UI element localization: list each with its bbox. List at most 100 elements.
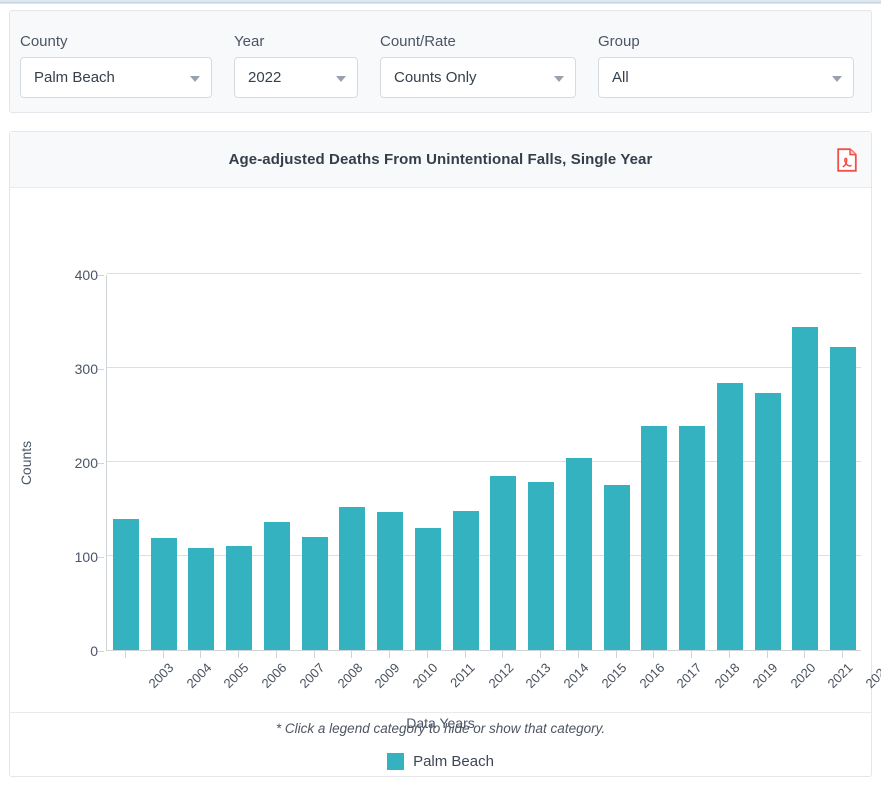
y-tick-label: 100 (74, 549, 98, 565)
pdf-icon[interactable] (837, 147, 857, 172)
legend-swatch (387, 753, 405, 770)
y-tick-label: 200 (74, 455, 98, 471)
x-tick-mark (502, 651, 504, 658)
x-tick-mark (691, 651, 693, 658)
x-tick-mark (653, 651, 655, 658)
bar[interactable] (565, 458, 592, 650)
y-tick-mark (98, 463, 104, 464)
x-tick-label: 2019 (749, 660, 781, 692)
x-tick-mark (124, 651, 126, 658)
chevron-down-icon (554, 75, 564, 82)
x-tick-label: 2014 (560, 660, 592, 692)
page-title: Age-adjusted Deaths From Unintentional F… (228, 151, 653, 168)
bar[interactable] (339, 507, 366, 650)
bar[interactable] (263, 522, 290, 650)
chart-card: Age-adjusted Deaths From Unintentional F… (9, 131, 881, 777)
legend-item-label: Palm Beach (413, 753, 494, 770)
x-tick-mark (804, 651, 806, 658)
chevron-down-icon (832, 75, 842, 82)
bar[interactable] (188, 548, 215, 650)
select-county[interactable]: Palm Beach (20, 57, 212, 98)
x-tick-mark (238, 651, 240, 658)
top-accent-bar (0, 0, 881, 4)
x-tick-label: 2012 (485, 660, 517, 692)
filter-panel: County Palm Beach Year 2022 Count/Rate Counts… (9, 10, 872, 113)
page-root: County Palm Beach Year 2022 Count/Rate Counts… (0, 0, 881, 785)
bar[interactable] (641, 426, 668, 650)
x-tick-label: 2003 (145, 660, 177, 692)
select-value-group: All (612, 69, 629, 86)
x-tick-mark (162, 651, 164, 658)
chart-footer: * Click a legend category to hide or sho… (10, 712, 871, 744)
chart-legend[interactable]: Palm Beach (10, 753, 871, 770)
x-tick-label: 2018 (711, 660, 743, 692)
bar[interactable] (528, 481, 555, 650)
bar[interactable] (716, 383, 743, 650)
select-value-county: Palm Beach (34, 69, 115, 86)
y-tick-label: 0 (90, 643, 98, 659)
x-tick-mark (577, 651, 579, 658)
gridline (107, 273, 861, 274)
filter-label-count-rate: Count/Rate (380, 33, 456, 50)
x-tick-mark (540, 651, 542, 658)
x-tick-label: 2010 (409, 660, 441, 692)
select-value-count-rate: Counts Only (394, 69, 477, 86)
x-tick-label: 2021 (824, 660, 856, 692)
y-tick-mark (98, 275, 104, 276)
y-tick-label: 400 (74, 267, 98, 283)
x-tick-label: 2013 (522, 660, 554, 692)
x-tick-label: 2011 (447, 660, 478, 691)
bar[interactable] (150, 538, 177, 650)
filter-group-county: County Palm Beach (20, 33, 212, 98)
chart-body: Counts 0 100 200 300 400 2003 2004 2005 2006 200… (10, 188, 881, 770)
x-tick-label: 2015 (598, 660, 630, 692)
x-tick-mark (389, 651, 391, 658)
filter-group-group: Group All (598, 33, 854, 98)
x-tick-label: 2016 (636, 660, 668, 692)
y-tick-mark (98, 651, 104, 652)
select-year[interactable]: 2022 (234, 57, 358, 98)
select-group[interactable]: All (598, 57, 854, 98)
x-tick-label: 2008 (334, 660, 366, 692)
filter-label-year: Year (234, 33, 265, 50)
bar[interactable] (452, 510, 479, 650)
bar[interactable] (377, 511, 404, 650)
x-tick-label: 2020 (787, 660, 819, 692)
bar[interactable] (603, 484, 630, 650)
x-tick-mark (728, 651, 730, 658)
select-value-year: 2022 (248, 69, 282, 86)
x-tick-label: 2017 (673, 660, 705, 692)
filter-group-count-rate: Count/Rate Counts Only (380, 33, 576, 98)
x-tick-mark (426, 651, 428, 658)
y-axis-title-text: Counts (18, 440, 35, 486)
bar[interactable] (792, 326, 819, 650)
x-axis-labels: 2003 2004 2005 2006 2007 2008 2009 2010 2011 2012… (106, 660, 881, 710)
x-tick-mark (615, 651, 617, 658)
x-tick-label: 2006 (258, 660, 290, 692)
filter-group-year: Year 2022 (234, 33, 358, 98)
bar[interactable] (414, 527, 441, 650)
filter-row: County Palm Beach Year 2022 Count/Rate Counts… (20, 33, 854, 98)
x-tick-label: 2022 (862, 660, 881, 692)
bar[interactable] (226, 545, 253, 650)
x-tick-mark (313, 651, 315, 658)
bar[interactable] (301, 537, 328, 650)
bar[interactable] (679, 426, 706, 650)
x-tick-label: 2009 (371, 660, 403, 692)
x-tick-mark (766, 651, 768, 658)
filter-label-county: County (20, 33, 68, 50)
y-tick-mark (98, 369, 104, 370)
bar[interactable] (490, 476, 517, 650)
y-tick-mark (98, 557, 104, 558)
x-tick-mark (464, 651, 466, 658)
y-tick-label: 300 (74, 361, 98, 377)
y-axis-title: Counts (16, 275, 36, 651)
bar[interactable] (754, 393, 781, 650)
bar[interactable] (112, 519, 139, 650)
footer-note: * Click a legend category to hide or sho… (275, 721, 606, 736)
x-tick-mark (351, 651, 353, 658)
x-tick-mark (842, 651, 844, 658)
select-count-rate[interactable]: Counts Only (380, 57, 576, 98)
bar[interactable] (830, 347, 857, 650)
chevron-down-icon (190, 75, 200, 82)
